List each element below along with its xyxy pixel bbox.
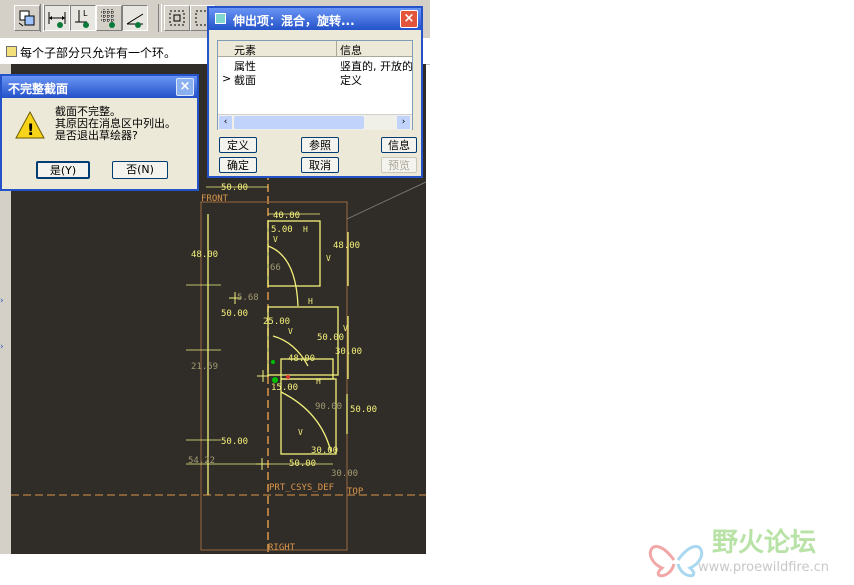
svg-text:V: V bbox=[343, 324, 348, 333]
horizontal-scrollbar[interactable]: ‹ › bbox=[218, 114, 412, 130]
dim-text: 48.00 bbox=[288, 354, 315, 364]
list-item[interactable]: > 截面 定义 bbox=[218, 72, 412, 85]
reference-button[interactable]: 参照 bbox=[301, 137, 339, 153]
dim-text: 40.00 bbox=[273, 211, 300, 221]
expand-arrow-icon[interactable]: › bbox=[0, 296, 4, 306]
select-box-icon[interactable] bbox=[164, 5, 190, 31]
scroll-left-icon[interactable]: ‹ bbox=[219, 116, 232, 129]
ok-button[interactable]: 确定 bbox=[219, 157, 257, 173]
svg-text:H: H bbox=[316, 377, 321, 386]
close-icon[interactable]: × bbox=[400, 10, 418, 28]
svg-text:V: V bbox=[288, 327, 293, 336]
scroll-right-icon[interactable]: › bbox=[397, 116, 410, 129]
forum-watermark: 野火论坛 www.proewildfire.cn bbox=[640, 520, 854, 585]
svg-text:L: L bbox=[83, 9, 88, 18]
dim-text: 50.00 bbox=[317, 333, 344, 343]
watermark-name: 野火论坛 bbox=[712, 528, 817, 558]
define-button[interactable]: 定义 bbox=[219, 137, 257, 153]
dim-text: 21.59 bbox=[191, 362, 218, 372]
start-point-marker bbox=[286, 375, 290, 379]
cancel-button[interactable]: 取消 bbox=[301, 157, 339, 173]
dialog-titlebar: 不完整截面 × bbox=[2, 76, 197, 98]
dimension-values: 50.00 40.00 5.00 48.00 48.00 5.68 50.00 … bbox=[188, 183, 377, 479]
column-header-info: 信息 bbox=[340, 44, 362, 57]
element-info: 定义 bbox=[340, 74, 362, 85]
dim-text: 15.00 bbox=[271, 383, 298, 393]
dim-text: 50.00 bbox=[289, 459, 316, 469]
sketch-setup-icon[interactable] bbox=[14, 5, 40, 31]
warning-icon: ! bbox=[14, 110, 46, 143]
dim-text: 30.00 bbox=[335, 347, 362, 357]
dim-text: 30.00 bbox=[311, 446, 338, 456]
expand-arrow-icon[interactable]: › bbox=[0, 342, 4, 352]
element-name: 截面 bbox=[234, 74, 256, 85]
dim-text: 54.22 bbox=[188, 456, 215, 466]
dim-text: 50.00 bbox=[350, 405, 377, 415]
grid-display-icon[interactable] bbox=[96, 5, 122, 31]
dim-text: 50.00 bbox=[221, 309, 248, 319]
dim-text: 5.00 bbox=[271, 225, 293, 235]
dimension-display-icon[interactable] bbox=[44, 5, 70, 31]
svg-text:H: H bbox=[308, 297, 313, 306]
app-icon bbox=[215, 13, 226, 24]
dialog-message: 截面不完整。 其原因在消息区中列出。 是否退出草绘器? bbox=[55, 106, 176, 142]
element-info: 竖直的, 开放的 bbox=[340, 60, 412, 71]
column-header-element: 元素 bbox=[234, 44, 256, 57]
current-marker: > bbox=[222, 72, 232, 85]
list-item[interactable]: 属性 竖直的, 开放的 bbox=[218, 58, 412, 71]
yes-button[interactable]: 是(Y) bbox=[36, 161, 90, 179]
dim-text: 90.00 bbox=[315, 402, 342, 412]
svg-text:V: V bbox=[273, 235, 278, 244]
dim-text: 48.00 bbox=[333, 241, 360, 251]
watermark-url: www.proewildfire.cn bbox=[698, 560, 829, 575]
element-list[interactable]: 元素 信息 属性 竖直的, 开放的 > 截面 定义 ‹ › bbox=[217, 40, 413, 130]
preview-button: 预览 bbox=[381, 157, 417, 173]
dim-text: 66 bbox=[270, 263, 281, 273]
dim-text: 48.00 bbox=[191, 250, 218, 260]
element-name: 属性 bbox=[234, 60, 256, 71]
constraint-display-icon[interactable]: L bbox=[70, 5, 96, 31]
selected-vertex[interactable] bbox=[271, 360, 275, 364]
front-datum-label: FRONT bbox=[201, 194, 229, 204]
dialog-title: 不完整截面 bbox=[8, 82, 69, 96]
info-button[interactable]: 信息 bbox=[381, 137, 417, 153]
dim-text: 30.00 bbox=[331, 469, 358, 479]
top-datum-label: TOP bbox=[347, 487, 364, 497]
svg-text:V: V bbox=[298, 428, 303, 437]
right-datum-label: RIGHT bbox=[268, 543, 296, 553]
scroll-thumb[interactable] bbox=[234, 116, 364, 129]
list-header: 元素 信息 bbox=[218, 41, 412, 57]
message-text: 每个子部分只允许有一个环。 bbox=[20, 46, 177, 60]
dim-text: 50.00 bbox=[221, 183, 248, 193]
reference-line bbox=[346, 181, 426, 220]
svg-text:H: H bbox=[303, 225, 308, 234]
dim-text: 25.00 bbox=[263, 317, 290, 327]
protrusion-feature-dialog: 伸出项：混合，旋转... × 元素 信息 属性 竖直的, 开放的 > 截面 定义… bbox=[207, 6, 423, 178]
svg-text:!: ! bbox=[27, 120, 34, 139]
svg-text:V: V bbox=[326, 254, 331, 263]
no-button[interactable]: 否(N) bbox=[112, 161, 168, 179]
close-icon[interactable]: × bbox=[176, 78, 194, 96]
message-icon bbox=[6, 46, 17, 57]
dialog-title: 伸出项：混合，旋转... bbox=[233, 14, 355, 28]
dialog-titlebar: 伸出项：混合，旋转... × bbox=[209, 8, 421, 30]
vertex-display-icon[interactable] bbox=[122, 5, 148, 31]
incomplete-section-dialog: 不完整截面 × ! 截面不完整。 其原因在消息区中列出。 是否退出草绘器? 是(… bbox=[0, 74, 199, 191]
dim-text: 5.68 bbox=[237, 293, 259, 303]
dim-text: 50.00 bbox=[221, 437, 248, 447]
csys-label: PRT_CSYS_DEF bbox=[269, 483, 334, 493]
message-line: 是否退出草绘器? bbox=[55, 129, 138, 142]
